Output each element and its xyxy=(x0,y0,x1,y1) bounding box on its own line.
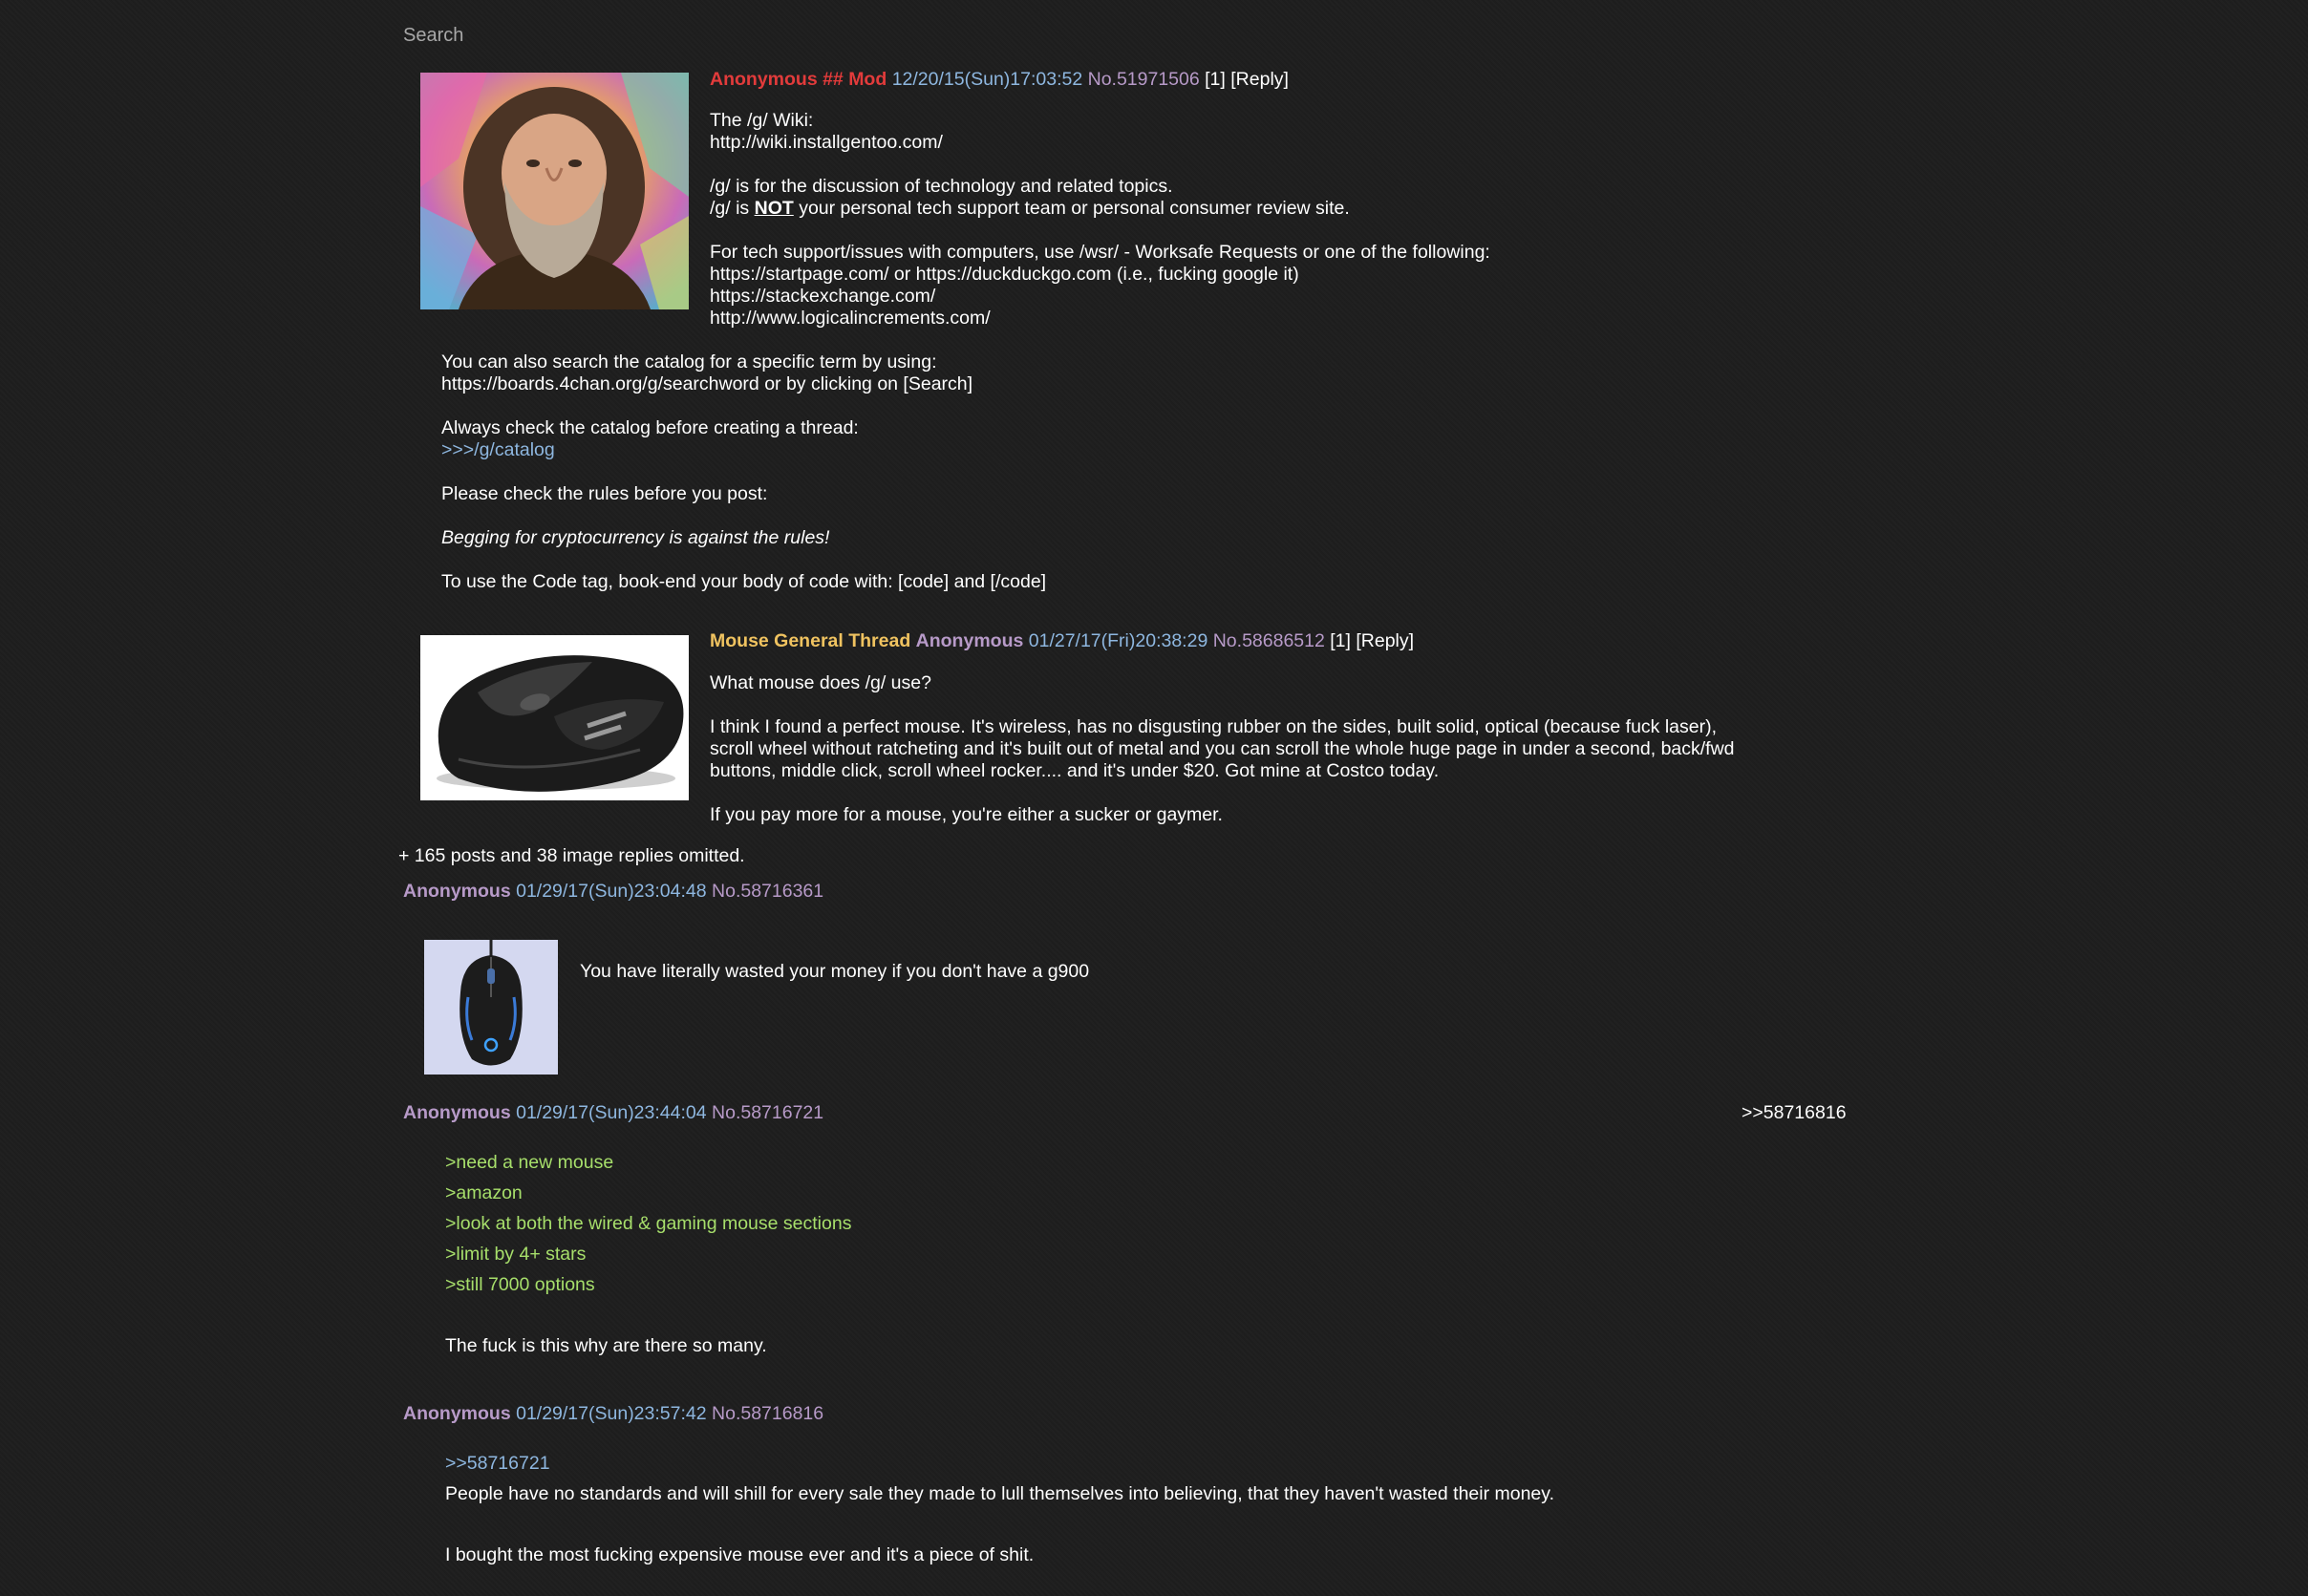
post-text: https://boards.4chan.org/g/searchword or… xyxy=(441,373,973,394)
post-text: I bought the most fucking expensive mous… xyxy=(445,1544,1035,1565)
greentext-line: >still 7000 options xyxy=(445,1274,595,1295)
poster-name: Anonymous xyxy=(403,1403,511,1424)
post-number-link[interactable]: No.58686512 xyxy=(1213,630,1325,651)
post-number-link[interactable]: No.58716816 xyxy=(712,1403,823,1424)
image-count: [1] xyxy=(1205,69,1226,90)
catalog-link[interactable]: >>>/g/catalog xyxy=(441,439,555,461)
omitted-posts-notice: + 165 posts and 38 image replies omitted… xyxy=(398,845,745,866)
post-text: /g/ is for the discussion of technology … xyxy=(710,176,1173,197)
post-text: You have literally wasted your money if … xyxy=(580,961,1090,982)
text-segment: your personal tech support team or perso… xyxy=(793,198,1350,219)
post-text: https://startpage.com/ or https://duckdu… xyxy=(710,264,1299,285)
reply-thumbnail-g900[interactable] xyxy=(424,940,558,1075)
poster-name: Anonymous xyxy=(915,630,1024,651)
post-number-link[interactable]: No.58716361 xyxy=(712,881,823,902)
post-text: If you pay more for a mouse, you're eith… xyxy=(710,804,1223,825)
post-date: 01/29/17(Sun)23:57:42 xyxy=(516,1403,707,1424)
reply-header: Anonymous 01/29/17(Sun)23:57:42 No.58716… xyxy=(403,1403,823,1425)
post-date: 01/29/17(Sun)23:44:04 xyxy=(516,1102,707,1123)
thread-subject: Mouse General Thread xyxy=(710,630,911,651)
reply-link[interactable]: [Reply] xyxy=(1356,630,1414,651)
post-date: 01/27/17(Fri)20:38:29 xyxy=(1028,630,1208,651)
reply-header: Anonymous 01/29/17(Sun)23:44:04 No.58716… xyxy=(403,1102,823,1124)
post-text: /g/ is NOT your personal tech support te… xyxy=(710,198,1350,220)
reply-header: Anonymous 01/29/17(Sun)23:04:48 No.58716… xyxy=(403,881,823,903)
post-number-link[interactable]: No.58716721 xyxy=(712,1102,823,1123)
post-text: scroll wheel without ratcheting and it's… xyxy=(710,738,1735,759)
post-thumbnail-mouse[interactable] xyxy=(420,635,689,800)
poster-name: Anonymous ## Mod xyxy=(710,69,887,90)
reply-link[interactable]: [Reply] xyxy=(1230,69,1289,90)
post-text: You can also search the catalog for a sp… xyxy=(441,351,937,372)
greentext-line: >look at both the wired & gaming mouse s… xyxy=(445,1213,852,1234)
search-link[interactable]: Search xyxy=(403,25,463,47)
post-text: For tech support/issues with computers, … xyxy=(710,242,1490,263)
post-text: To use the Code tag, book-end your body … xyxy=(441,571,1047,592)
emphasis-text: NOT xyxy=(754,198,794,219)
greentext-line: >need a new mouse xyxy=(445,1152,614,1173)
post-date: 01/29/17(Sun)23:04:48 xyxy=(516,881,707,902)
greentext-line: >amazon xyxy=(445,1182,523,1203)
post-text: The fuck is this why are there so many. xyxy=(445,1335,767,1356)
post-text-italic: Begging for cryptocurrency is against th… xyxy=(441,527,830,548)
post-date: 12/20/15(Sun)17:03:52 xyxy=(891,69,1083,90)
post-thumbnail-stallman[interactable] xyxy=(420,73,689,309)
poster-name: Anonymous xyxy=(403,1102,511,1123)
poster-name: Anonymous xyxy=(403,881,511,902)
text-segment: /g/ is xyxy=(710,198,755,219)
post-text: I think I found a perfect mouse. It's wi… xyxy=(710,716,1718,737)
post-text: What mouse does /g/ use? xyxy=(710,672,931,693)
post-text: People have no standards and will shill … xyxy=(445,1483,1555,1504)
post-header: Mouse General Thread Anonymous 01/27/17(… xyxy=(710,630,1414,652)
post-text: Please check the rules before you post: xyxy=(441,483,768,504)
gaming-mouse-image xyxy=(459,940,523,1066)
portrait-image xyxy=(420,73,689,309)
post-header: Anonymous ## Mod 12/20/15(Sun)17:03:52 N… xyxy=(710,69,1289,91)
post-text: Always check the catalog before creating… xyxy=(441,417,859,438)
post-text: The /g/ Wiki: xyxy=(710,110,814,131)
mouse-image xyxy=(437,655,684,792)
quote-link[interactable]: >>58716721 xyxy=(445,1453,550,1475)
image-count: [1] xyxy=(1330,630,1351,651)
post-text: http://www.logicalincrements.com/ xyxy=(710,308,991,329)
post-number-link[interactable]: No.51971506 xyxy=(1088,69,1200,90)
post-text: https://stackexchange.com/ xyxy=(710,286,936,307)
backlink[interactable]: >>58716816 xyxy=(1742,1102,1847,1124)
wiki-link[interactable]: http://wiki.installgentoo.com/ xyxy=(710,132,943,154)
greentext-line: >limit by 4+ stars xyxy=(445,1244,587,1265)
post-text: buttons, middle click, scroll wheel rock… xyxy=(710,760,1440,781)
